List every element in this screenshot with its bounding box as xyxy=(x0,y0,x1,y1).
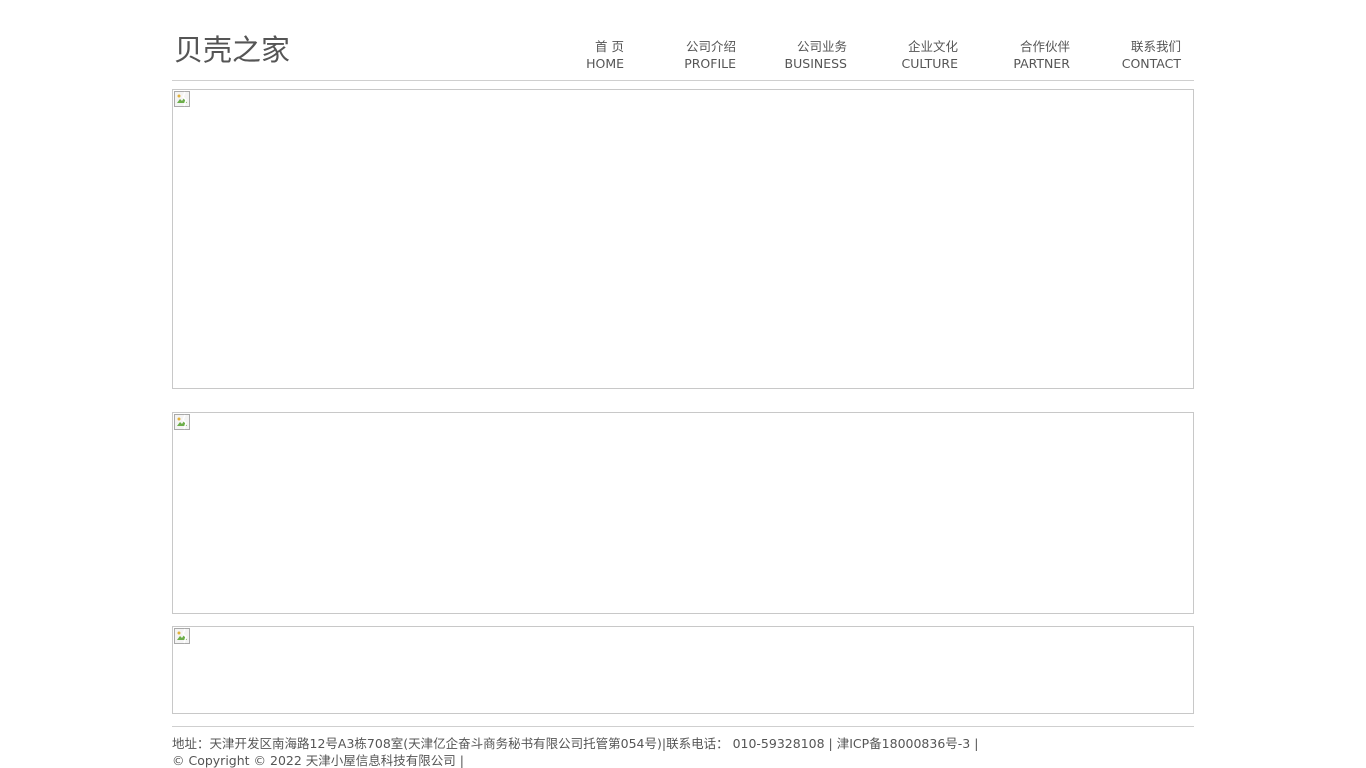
nav-item-home[interactable]: 首 页 HOME xyxy=(586,38,624,72)
nav-item-cn-label: 合作伙伴 xyxy=(1019,39,1070,54)
footer-copyright: © Copyright © 2022 天津小屋信息科技有限公司 | xyxy=(172,753,464,768)
site-header: 贝壳之家 首 页 HOME 公司介绍 PROFILE 公司业务 BUSINESS… xyxy=(172,0,1194,81)
nav-item-cn-label: 首 页 xyxy=(595,39,624,54)
nav-item-en-label: CONTACT xyxy=(1121,56,1181,71)
nav-item-en-label: PROFILE xyxy=(684,56,736,71)
broken-image-icon xyxy=(174,628,190,644)
nav-item-en-label: HOME xyxy=(586,56,624,71)
broken-image-icon xyxy=(174,414,190,430)
nav-item-contact[interactable]: 联系我们 CONTACT xyxy=(1122,38,1181,72)
banner-image-3 xyxy=(172,626,1194,714)
nav-item-cn-label: 公司业务 xyxy=(796,39,847,54)
broken-image-icon xyxy=(174,91,190,107)
site-footer: 地址：天津开发区南海路12号A3栋708室(天津亿企奋斗商务秘书有限公司托管第0… xyxy=(172,726,1194,768)
nav-item-en-label: CULTURE xyxy=(901,56,959,71)
footer-address: 地址：天津开发区南海路12号A3栋708室(天津亿企奋斗商务秘书有限公司托管第0… xyxy=(172,736,979,751)
banner-image-2 xyxy=(172,412,1194,614)
nav-item-cn-label: 公司介绍 xyxy=(685,39,736,54)
nav-item-culture[interactable]: 企业文化 CULTURE xyxy=(902,38,959,72)
banner-image-1 xyxy=(172,89,1194,389)
nav-item-cn-label: 企业文化 xyxy=(907,39,958,54)
nav-item-en-label: BUSINESS xyxy=(784,56,847,71)
nav-item-partner[interactable]: 合作伙伴 PARTNER xyxy=(1013,38,1070,72)
nav-item-business[interactable]: 公司业务 BUSINESS xyxy=(785,38,847,72)
nav-item-en-label: PARTNER xyxy=(1013,56,1070,71)
page: 贝壳之家 首 页 HOME 公司介绍 PROFILE 公司业务 BUSINESS… xyxy=(0,0,1366,768)
nav-item-profile[interactable]: 公司介绍 PROFILE xyxy=(684,38,736,72)
main-nav: 首 页 HOME 公司介绍 PROFILE 公司业务 BUSINESS 企业文化… xyxy=(172,38,1194,74)
nav-item-cn-label: 联系我们 xyxy=(1130,39,1181,54)
